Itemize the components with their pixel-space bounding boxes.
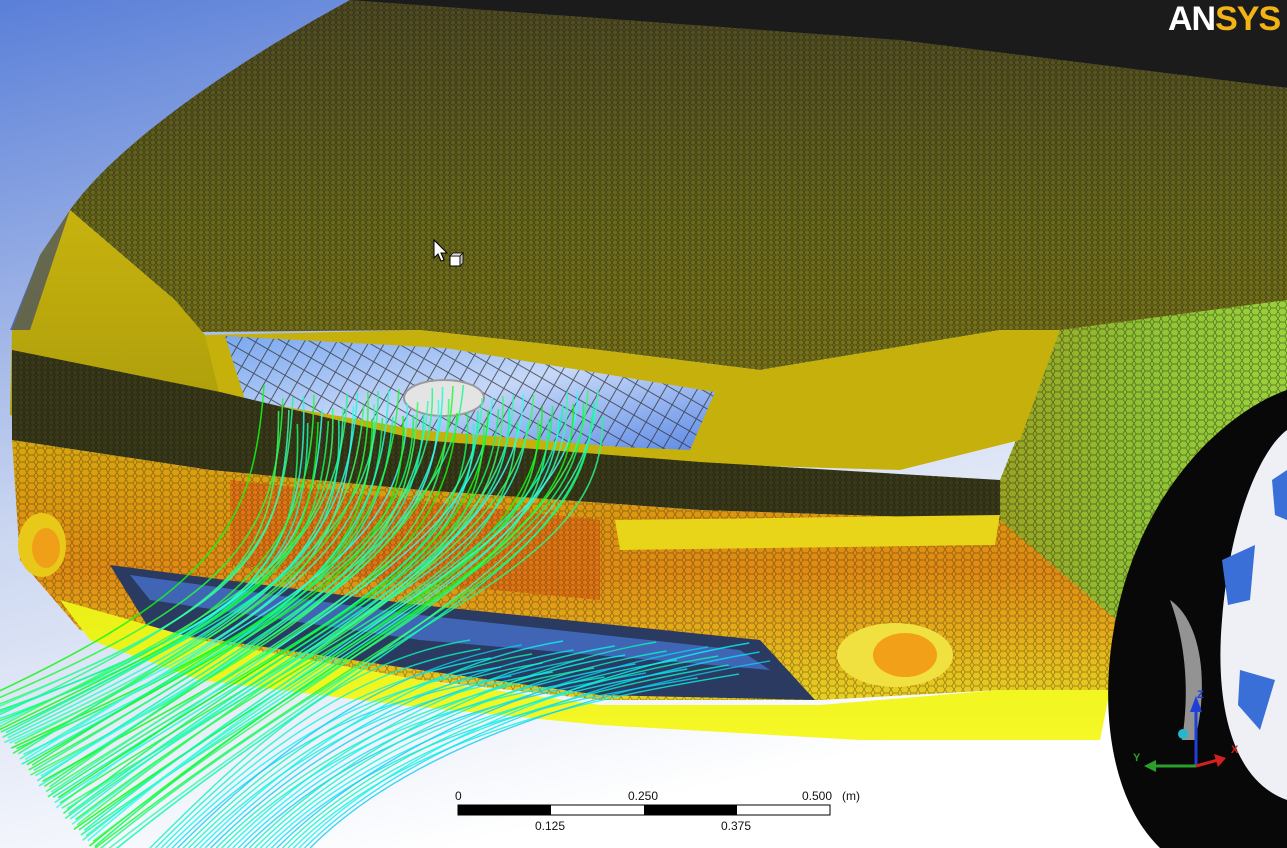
scale-label-0: 0 [455, 789, 462, 803]
triad-y-label: Y [1133, 752, 1141, 764]
ansys-logo: ANSYS [1168, 0, 1281, 38]
scale-label-0375: 0.375 [721, 819, 752, 833]
scale-bar-segment-1 [458, 805, 551, 815]
triad-x-label: X [1231, 744, 1239, 756]
grille-emblem [403, 379, 485, 417]
scale-unit: (m) [842, 789, 860, 803]
scale-label-0500: 0.500 [802, 789, 833, 803]
bumper-top-strip [615, 515, 1000, 550]
right-fog-light-lens [873, 633, 937, 677]
scale-bar-segment-3 [644, 805, 737, 815]
scale-label-0250: 0.250 [628, 789, 659, 803]
graphics-viewport[interactable] [0, 0, 1287, 848]
scale-bar [457, 804, 831, 816]
triad-z-label: Z [1197, 689, 1204, 701]
left-fog-light-lens [32, 528, 60, 568]
scale-label-0125: 0.125 [535, 819, 566, 833]
